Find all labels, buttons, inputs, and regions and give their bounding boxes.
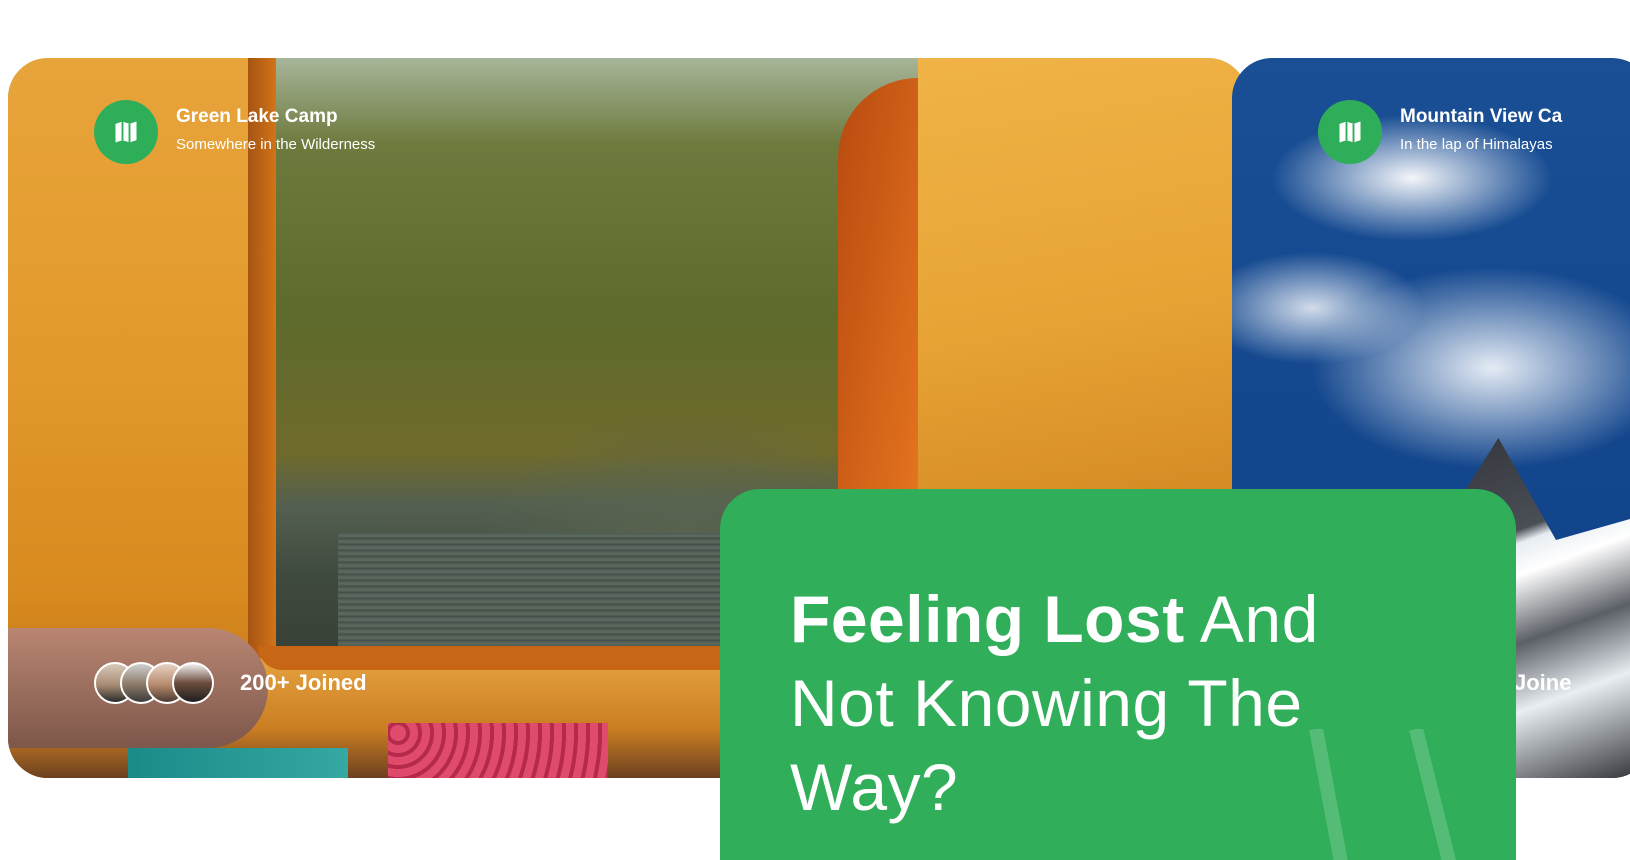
promo-heading-strong: Feeling Lost xyxy=(790,582,1185,656)
card-header: Green Lake Camp Somewhere in the Wildern… xyxy=(94,100,375,164)
joined-count: Joine xyxy=(1514,670,1572,695)
card-header: Mountain View Ca In the lap of Himalayas xyxy=(1318,100,1562,164)
tent-wall-right xyxy=(918,58,1248,558)
decorative-lines-icon xyxy=(1309,729,1456,860)
avatar xyxy=(172,662,214,704)
sleeping-mat xyxy=(388,723,608,778)
promo-heading-line2: Not Knowing The xyxy=(790,666,1303,740)
card-title: Green Lake Camp xyxy=(176,105,338,127)
map-icon xyxy=(94,100,158,164)
promo-panel: Feeling Lost And Not Knowing The Way? xyxy=(720,489,1516,860)
card-subtitle: In the lap of Himalayas xyxy=(1400,135,1553,153)
joined-group: 200+ Joined xyxy=(94,662,367,704)
page-canvas: Green Lake Camp Somewhere in the Wildern… xyxy=(0,0,1630,860)
sleeping-bag xyxy=(128,748,348,778)
joined-count: 200+ Joined xyxy=(240,670,367,695)
promo-heading-line3: Way? xyxy=(790,750,959,824)
card-subtitle: Somewhere in the Wilderness xyxy=(176,135,376,153)
promo-heading-rest: And xyxy=(1184,582,1319,656)
card-title: Mountain View Ca xyxy=(1400,105,1563,127)
map-icon xyxy=(1318,100,1382,164)
